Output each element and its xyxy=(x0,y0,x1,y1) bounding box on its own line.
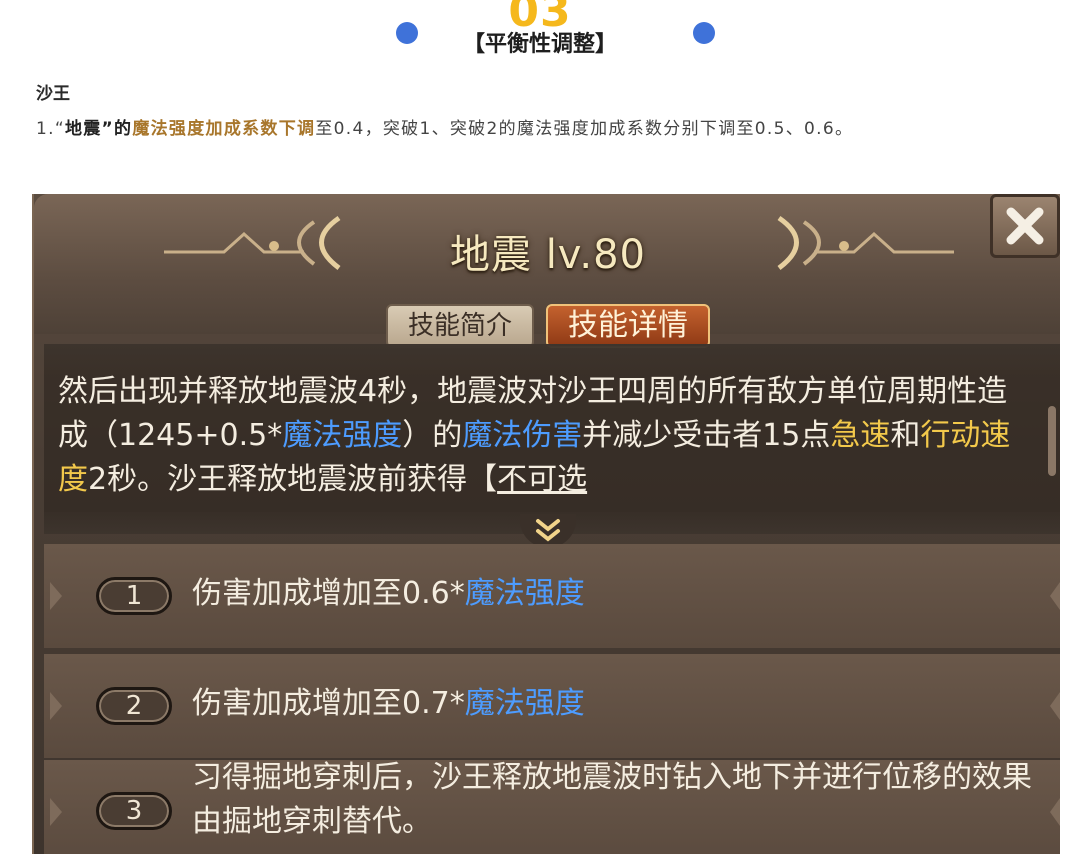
row-arrow-right-icon xyxy=(1050,582,1060,610)
skill-description-box[interactable]: 然后出现并释放地震波4秒，地震波对沙王四周的所有敌方单位周期性造成（1245+0… xyxy=(44,344,1060,534)
keyword-magic-damage: 魔法伤害 xyxy=(462,418,583,453)
row-arrow-left-icon xyxy=(50,692,62,720)
breakthrough-row-2: 2 伤害加成增加至0.7*魔法强度 xyxy=(44,654,1060,758)
change-skill: 地震 xyxy=(64,119,102,139)
breakthrough-number-badge: 1 xyxy=(96,577,172,615)
breakthrough-number-badge: 3 xyxy=(96,792,172,830)
expand-description-button[interactable] xyxy=(520,514,576,548)
game-skill-screenshot: 地震 lv.80 技能简介 技能详情 然后出现并释放地震波4秒，地震波对沙王四周的… xyxy=(32,194,1060,854)
breakthrough-number-badge: 2 xyxy=(96,687,172,725)
desc-text-3: 并减少受击者15点 xyxy=(582,418,831,453)
close-icon xyxy=(1006,207,1044,245)
desc-text-2: ）的 xyxy=(402,418,463,453)
breakthrough-desc: 伤害加成增加至0.6* xyxy=(192,576,465,611)
row-arrow-left-icon xyxy=(50,582,62,610)
desc-text-5: 2秒。沙王释放地震波前获得【 xyxy=(88,462,498,497)
keyword-untargetable: 不可选 xyxy=(497,462,588,497)
skill-description: 然后出现并释放地震波4秒，地震波对沙王四周的所有敌方单位周期性造成（1245+0… xyxy=(58,370,1028,502)
keyword-magic-power: 魔法强度 xyxy=(282,418,403,453)
hero-name: 沙王 xyxy=(36,84,70,104)
change-rest: 至0.4，突破1、突破2的魔法强度加成系数分别下调至0.5、0.6。 xyxy=(315,119,854,139)
keyword-magic-power: 魔法强度 xyxy=(464,686,585,721)
row-arrow-right-icon xyxy=(1050,798,1060,826)
close-button[interactable] xyxy=(990,194,1060,258)
row-arrow-right-icon xyxy=(1050,692,1060,720)
breakthrough-desc: 伤害加成增加至0.7* xyxy=(192,686,465,721)
keyword-haste: 急速 xyxy=(830,418,891,453)
skill-tabs: 技能简介 技能详情 xyxy=(34,304,1060,348)
change-prefix: 1.“ xyxy=(36,119,65,139)
row-arrow-left-icon xyxy=(50,798,62,826)
change-note: 1.“地震”的魔法强度加成系数下调至0.4，突破1、突破2的魔法强度加成系数分别… xyxy=(36,114,1056,144)
tab-skill-details[interactable]: 技能详情 xyxy=(546,304,710,348)
blue-dot-icon xyxy=(693,22,715,44)
breakthrough-text: 习得掘地穿刺后，沙王释放地震波时钻入地下并进行位移的效果由掘地穿刺替代。 xyxy=(192,760,1032,839)
change-highlight: 魔法强度加成系数下调 xyxy=(132,119,316,139)
description-scrollbar[interactable] xyxy=(1048,406,1056,476)
breakthrough-text: 伤害加成增加至0.7*魔法强度 xyxy=(192,682,585,726)
section-header: 03 【平衡性调整】 xyxy=(0,0,1080,62)
double-chevron-down-icon xyxy=(536,519,560,542)
breakthrough-text: 伤害加成增加至0.6*魔法强度 xyxy=(192,572,585,616)
keyword-magic-power: 魔法强度 xyxy=(464,576,585,611)
tab-skill-summary[interactable]: 技能简介 xyxy=(385,304,534,348)
breakthrough-row-3: 3 习得掘地穿刺后，沙王释放地震波时钻入地下并进行位移的效果由掘地穿刺替代。 xyxy=(44,760,1060,854)
description-fade-top xyxy=(44,344,1060,370)
desc-text-4: 和 xyxy=(890,418,921,453)
skill-title: 地震 lv.80 xyxy=(449,232,646,278)
breakthrough-row-1: 1 伤害加成增加至0.6*魔法强度 xyxy=(44,544,1060,648)
change-mid: ”的 xyxy=(101,119,133,139)
section-title: 【平衡性调整】 xyxy=(462,32,617,57)
